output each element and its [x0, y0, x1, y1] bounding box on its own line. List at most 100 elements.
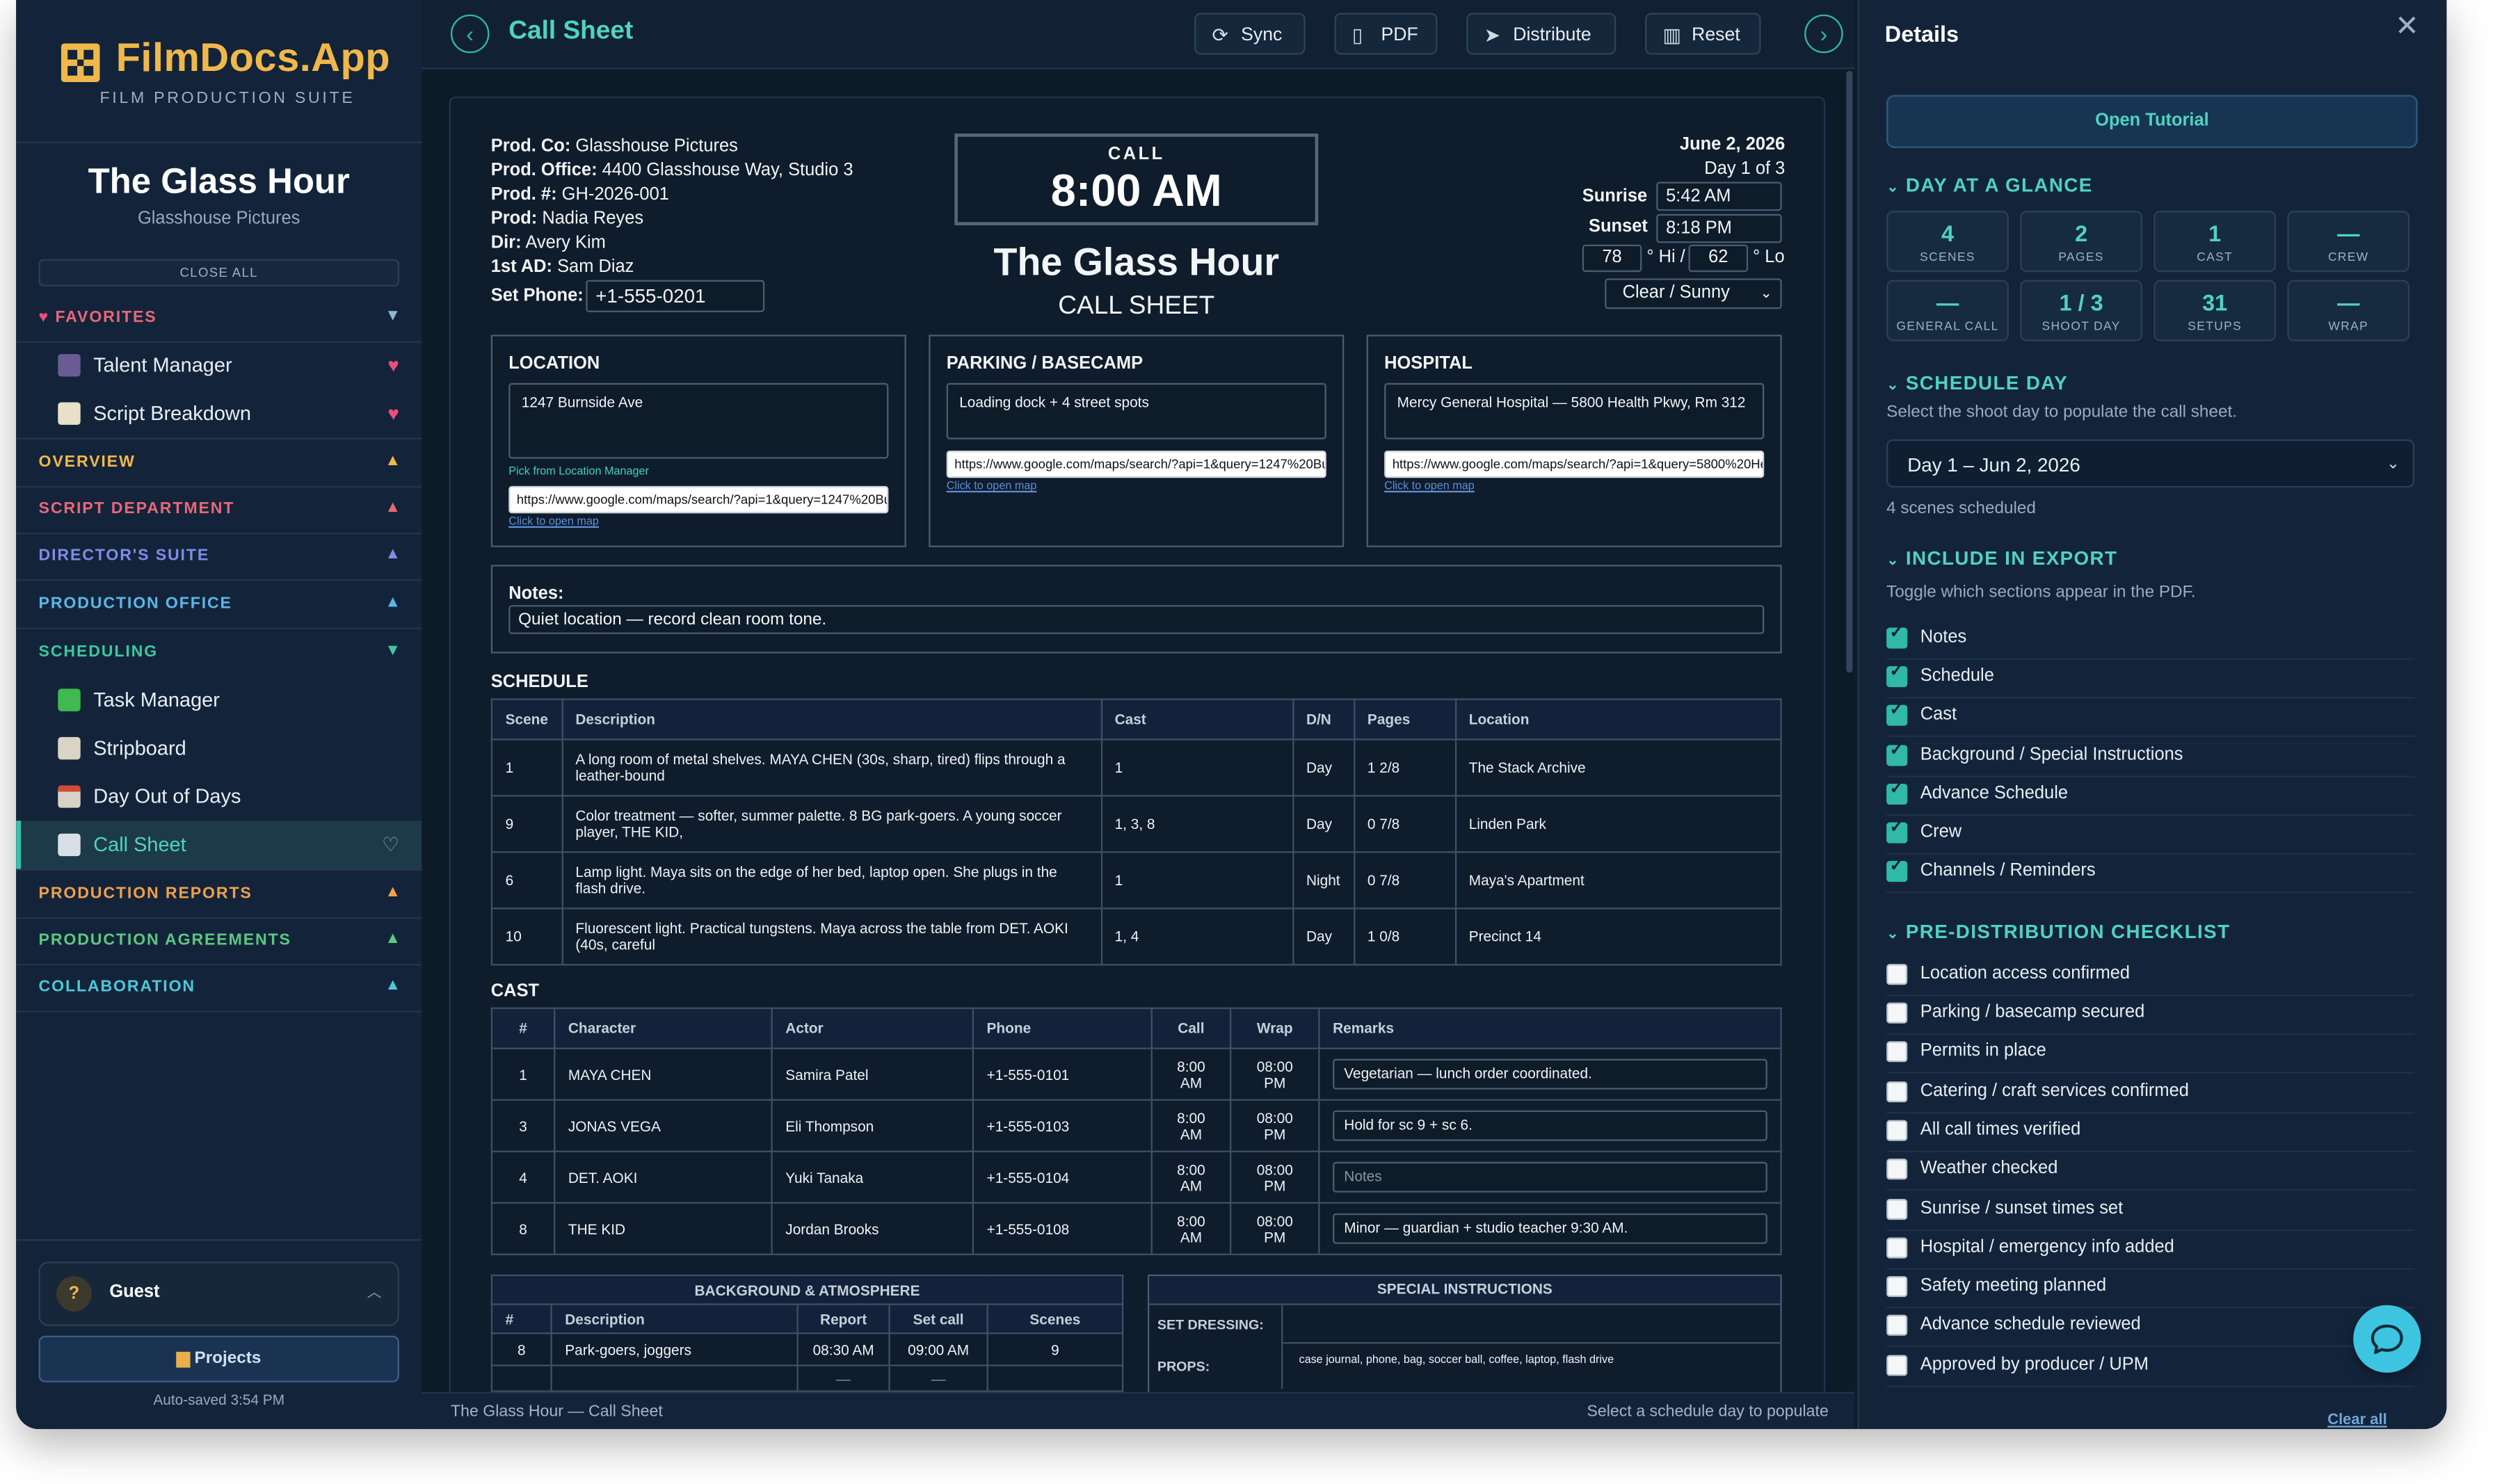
checklist-item[interactable]: Sunrise / sunset times set	[1886, 1191, 2415, 1232]
sidebar-item-day-out-of-days[interactable]: Day Out of Days	[16, 773, 422, 821]
sunset-input[interactable]: 8:18 PM	[1656, 213, 1782, 243]
table-row[interactable]: 8 THE KID Jordan Brooks +1-555-0108 8:00 AM 0…	[490, 1202, 1782, 1255]
table-row[interactable]: 1A long room of metal shelves. MAYA CHEN…	[490, 739, 1782, 797]
export-checkbox-crew[interactable]: Crew	[1886, 814, 2415, 855]
table-row[interactable]: 9 Color treatment — softer, summer palett…	[490, 795, 1782, 853]
checkbox-unchecked[interactable]	[1886, 1276, 1908, 1298]
checkbox-checked[interactable]	[1886, 819, 1908, 844]
sidebar-section-collaboration[interactable]: COLLABORATION ▲	[16, 964, 422, 1013]
open-map-link[interactable]: Click to open map	[508, 517, 599, 528]
table-row[interactable]: 4 DET. AOKI Yuki Tanaka +1-555-0104 8:00 AM 0…	[490, 1150, 1782, 1204]
checklist-item[interactable]: Parking / basecamp secured	[1886, 994, 2415, 1035]
checklist-item[interactable]: All call times verified	[1886, 1112, 2415, 1152]
checkbox-checked[interactable]	[1886, 742, 1908, 766]
checklist-item[interactable]: Permits in place	[1886, 1033, 2415, 1074]
checkbox-checked[interactable]	[1886, 624, 1908, 649]
sidebar-section-overview[interactable]: OVERVIEW ▲	[16, 439, 422, 488]
export-checkbox-background[interactable]: Background / Special Instructions	[1886, 737, 2415, 777]
clear-all-link[interactable]: Clear all	[2327, 1411, 2387, 1428]
favorite-heart-outline-icon[interactable]: ♡	[382, 834, 399, 856]
checkbox-unchecked[interactable]	[1886, 1159, 1908, 1180]
sidebar-section-production-reports[interactable]: PRODUCTION REPORTS ▲	[16, 871, 422, 919]
sidebar-item-script-breakdown[interactable]: Script Breakdown ♥	[16, 389, 422, 437]
checkbox-unchecked[interactable]	[1886, 1002, 1908, 1024]
checklist-item[interactable]: Location access confirmed	[1886, 956, 2415, 997]
table-row[interactable]: — —	[490, 1364, 1124, 1392]
notes-input[interactable]: Quiet location — record clean room tone.	[508, 605, 1765, 634]
open-tutorial-button[interactable]: Open Tutorial	[1886, 95, 2418, 148]
sidebar-section-production-office[interactable]: PRODUCTION OFFICE ▲	[16, 581, 422, 629]
sidebar-section-production-agreements[interactable]: PRODUCTION AGREEMENTS ▲	[16, 917, 422, 966]
table-row[interactable]: 3 JONAS VEGA Eli Thompson +1-555-0103 8:00 A…	[490, 1099, 1782, 1152]
sidebar-item-talent-manager[interactable]: Talent Manager ♥	[16, 341, 422, 389]
remarks-input[interactable]: Minor — guardian + studio teacher 9:30 A…	[1333, 1213, 1767, 1244]
checklist-item[interactable]: Safety meeting planned	[1886, 1268, 2415, 1309]
sync-button[interactable]: ⟳ Sync	[1194, 13, 1306, 55]
checkbox-checked[interactable]	[1886, 702, 1908, 726]
pdf-button[interactable]: ▯ PDF	[1334, 13, 1438, 55]
table-row[interactable]: 10 Fluorescent light. Practical tungstens…	[490, 908, 1782, 966]
temp-low-input[interactable]: 62	[1688, 244, 1749, 273]
table-row[interactable]: 6 Lamp light. Maya sits on the edge of he…	[490, 851, 1782, 910]
pre-distribution-checklist-header[interactable]: ⌄ PRE-DISTRIBUTION CHECKLIST	[1886, 921, 2230, 943]
checkbox-unchecked[interactable]	[1886, 1199, 1908, 1220]
projects-button[interactable]: ▆ Projects	[38, 1335, 399, 1382]
export-checkbox-channels[interactable]: Channels / Reminders	[1886, 853, 2415, 894]
include-in-export-header[interactable]: ⌄ INCLUDE IN EXPORT	[1886, 547, 2117, 570]
hospital-map-url-input[interactable]: https://www.google.com/maps/search/?api=…	[1384, 450, 1765, 478]
favorite-heart-icon[interactable]: ♥	[387, 403, 399, 425]
checkbox-checked[interactable]	[1886, 857, 1908, 882]
parking-input[interactable]: Loading dock + 4 street spots	[946, 382, 1326, 439]
sidebar-section-scheduling[interactable]: SCHEDULING ▼	[16, 629, 422, 676]
pick-location-link[interactable]: Pick from Location Manager	[508, 467, 649, 478]
parking-map-url-input[interactable]: https://www.google.com/maps/search/?api=…	[946, 450, 1326, 478]
close-icon[interactable]: ✕	[2395, 10, 2419, 44]
sidebar-item-stripboard[interactable]: Stripboard	[16, 724, 422, 772]
temp-high-input[interactable]: 78	[1582, 244, 1642, 273]
chat-button[interactable]	[2353, 1305, 2421, 1373]
export-checkbox-cast[interactable]: Cast	[1886, 697, 2415, 737]
sidebar-item-call-sheet[interactable]: Call Sheet ♡	[16, 821, 422, 869]
checklist-item[interactable]: Hospital / emergency info added	[1886, 1229, 2415, 1270]
schedule-day-header[interactable]: ⌄ SCHEDULE DAY	[1886, 372, 2068, 394]
reset-button[interactable]: ▥ Reset	[1645, 13, 1761, 55]
table-row[interactable]: 1 MAYA CHEN Samira Patel +1-555-0101 8:00 AM…	[490, 1047, 1782, 1101]
export-checkbox-advance-schedule[interactable]: Advance Schedule	[1886, 775, 2415, 816]
checklist-item[interactable]: Weather checked	[1886, 1151, 2415, 1191]
sidebar-section-script-department[interactable]: SCRIPT DEPARTMENT ▲	[16, 486, 422, 535]
sidebar-section-favorites[interactable]: ♥ FAVORITES ▼	[16, 294, 422, 343]
checkbox-unchecked[interactable]	[1886, 1237, 1908, 1259]
checklist-item[interactable]: Approved by producer / UPM	[1886, 1347, 2415, 1387]
document-scrollbar[interactable]	[1846, 70, 1853, 673]
checkbox-unchecked[interactable]	[1886, 1081, 1908, 1103]
set-phone-input[interactable]: +1-555-0201	[586, 280, 765, 312]
hospital-input[interactable]: Mercy General Hospital — 5800 Health Pkw…	[1384, 382, 1765, 439]
sidebar-item-task-manager[interactable]: Task Manager	[16, 676, 422, 724]
set-dressing-input[interactable]	[1281, 1303, 1782, 1344]
day-at-a-glance-header[interactable]: ⌄ DAY AT A GLANCE	[1886, 174, 2092, 196]
back-button[interactable]: ‹	[450, 14, 490, 54]
close-all-button[interactable]: CLOSE ALL	[38, 259, 399, 287]
forward-button[interactable]: ›	[1804, 14, 1843, 54]
open-map-link[interactable]: Click to open map	[1384, 481, 1475, 492]
remarks-input[interactable]: Vegetarian — lunch order coordinated.	[1333, 1058, 1767, 1090]
checkbox-unchecked[interactable]	[1886, 1041, 1908, 1063]
open-map-link[interactable]: Click to open map	[947, 481, 1037, 492]
user-menu[interactable]: ? Guest ︿	[38, 1261, 399, 1326]
favorite-heart-icon[interactable]: ♥	[387, 354, 399, 376]
remarks-input[interactable]: Hold for sc 9 + sc 6.	[1333, 1110, 1767, 1141]
table-row[interactable]: 8 Park-goers, joggers 08:30 AM 09:00 AM 9	[490, 1332, 1124, 1366]
checkbox-unchecked[interactable]	[1886, 1314, 1908, 1336]
sunrise-input[interactable]: 5:42 AM	[1656, 182, 1782, 211]
checkbox-unchecked[interactable]	[1886, 1120, 1908, 1141]
checkbox-checked[interactable]	[1886, 663, 1908, 688]
export-checkbox-schedule[interactable]: Schedule	[1886, 658, 2415, 699]
schedule-day-select[interactable]: Day 1 – Jun 2, 2026 ⌄	[1886, 439, 2415, 488]
location-map-url-input[interactable]: https://www.google.com/maps/search/?api=…	[508, 485, 889, 514]
checkbox-unchecked[interactable]	[1886, 964, 1908, 985]
sidebar-section-directors-suite[interactable]: DIRECTOR'S SUITE ▲	[16, 533, 422, 581]
checkbox-checked[interactable]	[1886, 780, 1908, 805]
checklist-item[interactable]: Advance schedule reviewed	[1886, 1307, 2415, 1347]
remarks-input[interactable]: Notes	[1333, 1161, 1767, 1193]
checkbox-unchecked[interactable]	[1886, 1355, 1908, 1376]
